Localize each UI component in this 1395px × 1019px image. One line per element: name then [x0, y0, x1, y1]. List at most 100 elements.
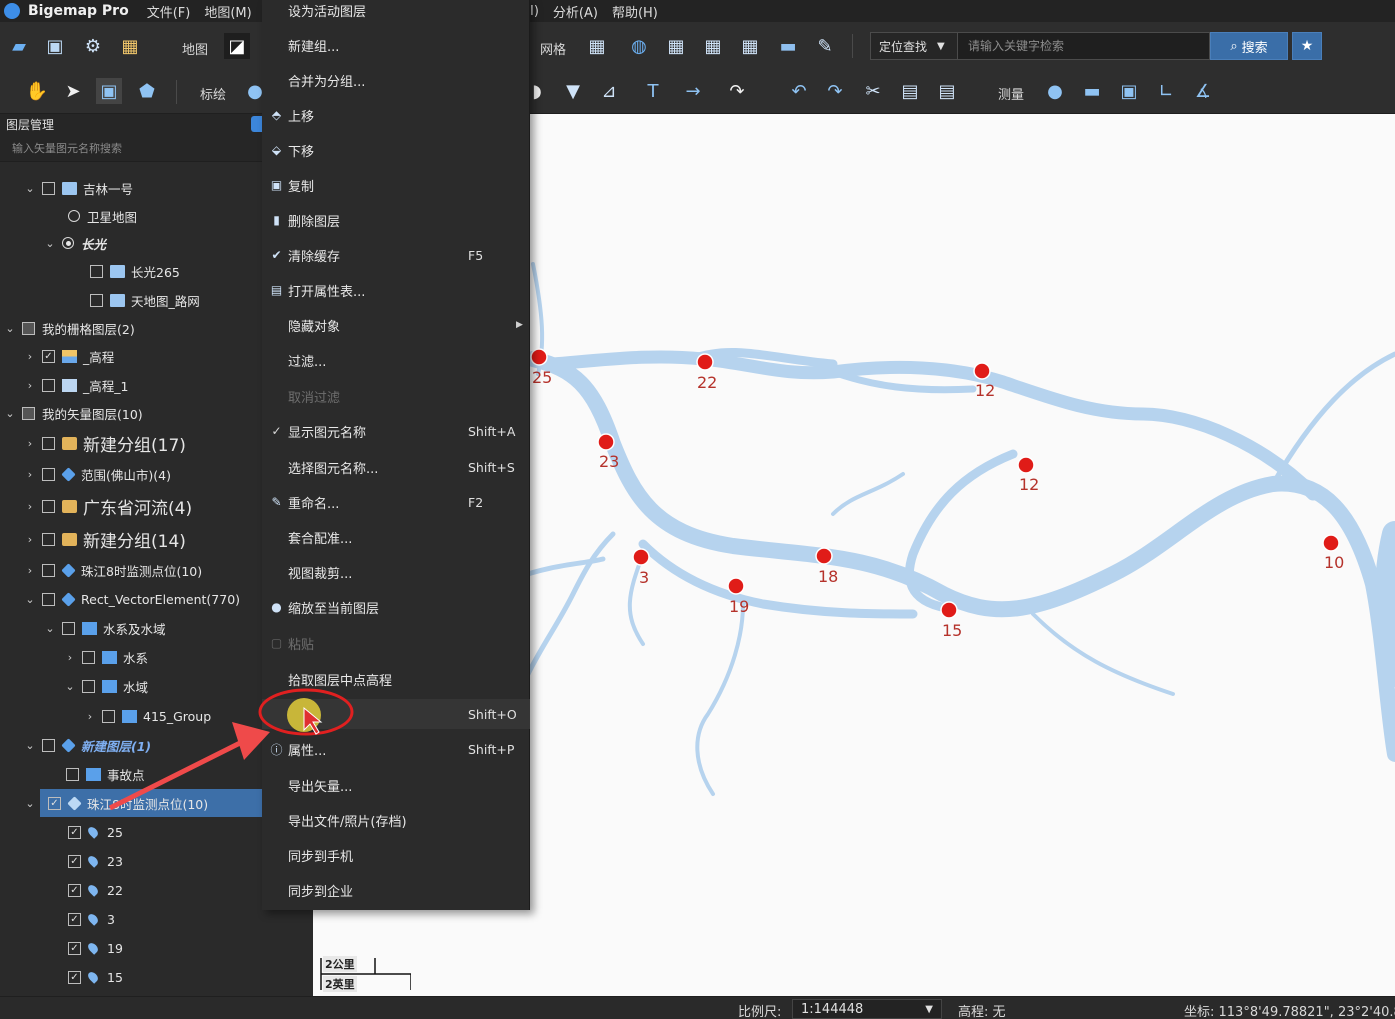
- tree-row-rect-vector[interactable]: ⌄ Rect_VectorElement(770): [0, 585, 262, 613]
- menu-copy[interactable]: ▣ 复制: [262, 170, 530, 200]
- layer-radio[interactable]: [62, 237, 74, 249]
- menu-tools[interactable]: I): [530, 4, 539, 19]
- menu-move-down[interactable]: ⬙ 下移: [262, 135, 530, 165]
- layer-checkbox[interactable]: [68, 912, 81, 926]
- menu-map[interactable]: 地图(M): [204, 2, 251, 21]
- menu-export-vector[interactable]: 导出矢量...: [262, 770, 530, 800]
- menu-help[interactable]: 帮助(H): [612, 2, 658, 21]
- chevron-right-icon[interactable]: ›: [22, 350, 38, 363]
- measure-button[interactable]: 测量: [998, 84, 1024, 103]
- folder-icon[interactable]: ▬: [775, 33, 801, 59]
- chevron-down-icon[interactable]: ⌄: [42, 622, 58, 635]
- menu-file[interactable]: 文件(F): [147, 2, 191, 21]
- layer-checkbox[interactable]: [22, 321, 35, 335]
- monitor-point-marker-10[interactable]: [1322, 534, 1340, 552]
- layer-checkbox[interactable]: [42, 532, 55, 546]
- map-button[interactable]: 地图: [182, 39, 208, 58]
- layer-checkbox[interactable]: [42, 738, 55, 752]
- tree-row-pearl-river-chevron[interactable]: ⌄: [0, 789, 40, 817]
- layer-checkbox[interactable]: [82, 650, 95, 664]
- table-view-icon[interactable]: ▤: [934, 78, 960, 104]
- tree-row-point-19[interactable]: 19: [0, 934, 262, 962]
- tree-row-vector-layers[interactable]: ⌄ 我的矢量图层(10): [0, 399, 262, 427]
- annotate-button[interactable]: 标绘: [200, 84, 226, 103]
- layer-checkbox[interactable]: [68, 941, 81, 955]
- menu-select-element-names[interactable]: 选择图元名称... Shift+S: [262, 452, 530, 482]
- layer-checkbox[interactable]: [68, 854, 81, 868]
- chevron-down-icon[interactable]: ⌄: [62, 680, 78, 693]
- scale-select[interactable]: 1:144448 ▼: [792, 999, 942, 1019]
- grid-button[interactable]: 网格: [540, 39, 566, 58]
- layer-search-input[interactable]: 输入矢量图元名称搜索: [0, 134, 262, 162]
- tree-row-pearl-river-monitor-a[interactable]: › 珠江8时监测点位(10): [0, 556, 262, 584]
- menu-filter[interactable]: 过滤...: [262, 345, 530, 375]
- open-folder-icon[interactable]: ▰: [6, 33, 32, 59]
- person-location-icon[interactable]: ●: [1042, 78, 1068, 104]
- clear-brush-icon[interactable]: ✎: [812, 33, 838, 59]
- tree-row-new-group-17[interactable]: › 新建分组(17): [0, 429, 262, 457]
- chevron-right-icon[interactable]: ›: [82, 710, 98, 723]
- menu-cancel-filter[interactable]: 取消过滤: [262, 381, 530, 411]
- chevron-right-icon[interactable]: ›: [22, 564, 38, 577]
- menu-rename[interactable]: ✎ 重命名... F2: [262, 487, 530, 517]
- layer-checkbox[interactable]: [68, 883, 81, 897]
- monitor-point-marker-19[interactable]: [727, 577, 745, 595]
- tree-row-foshan-range[interactable]: › 范围(佛山市)(4): [0, 460, 262, 488]
- tree-row-pearl-river-monitor-selected[interactable]: 珠江8时监测点位(10): [40, 789, 262, 817]
- area-measure-icon[interactable]: ▣: [1116, 78, 1142, 104]
- menu-merge-group[interactable]: 合并为分组...: [262, 65, 530, 95]
- monitor-point-marker-23[interactable]: [597, 433, 615, 451]
- tree-row-jilin1[interactable]: ⌄ 吉林一号: [0, 174, 262, 202]
- layer-checkbox[interactable]: [42, 499, 55, 513]
- menu-move-up[interactable]: ⬘ 上移: [262, 100, 530, 130]
- tree-row-elevation-1[interactable]: › _高程_1: [0, 371, 262, 399]
- tree-row-point-3[interactable]: 3: [0, 905, 262, 933]
- grid-icon[interactable]: ▦: [584, 33, 610, 59]
- layer-checkbox[interactable]: [42, 378, 55, 392]
- layer-checkbox[interactable]: [90, 293, 103, 307]
- layer-checkbox[interactable]: [66, 767, 79, 781]
- layer-checkbox[interactable]: [42, 467, 55, 481]
- menu-show-element-names[interactable]: ✓ 显示图元名称 Shift+A: [262, 416, 530, 446]
- monitor-point-marker-22[interactable]: [696, 353, 714, 371]
- scissors-icon[interactable]: ✂: [860, 78, 886, 104]
- layer-checkbox[interactable]: [62, 621, 75, 635]
- menu-view-clip[interactable]: 视图裁剪...: [262, 557, 530, 587]
- map-thumbnail-icon[interactable]: ◪: [224, 33, 250, 59]
- redo-icon[interactable]: ↷: [822, 78, 848, 104]
- menu-zoom-to-layer[interactable]: ● 缩放至当前图层: [262, 592, 530, 622]
- tree-row-satellite[interactable]: 卫星地图: [0, 202, 262, 230]
- protractor-icon[interactable]: ∡: [1190, 78, 1216, 104]
- tree-row-changguang[interactable]: ⌄ 长光: [0, 229, 262, 257]
- angle-measure-icon[interactable]: ∟: [1153, 78, 1179, 104]
- image-icon[interactable]: ▦: [117, 33, 143, 59]
- ruler-icon[interactable]: ▬: [1079, 78, 1105, 104]
- tree-row-raster-layers[interactable]: ⌄ 我的栅格图层(2): [0, 314, 262, 342]
- tree-row-water-area[interactable]: ⌄ 水域: [0, 672, 262, 700]
- tree-row-changguang265[interactable]: 长光265: [0, 257, 262, 285]
- pan-hand-icon[interactable]: ✋: [24, 78, 50, 104]
- monitor-point-marker-3[interactable]: [632, 548, 650, 566]
- text-box-icon[interactable]: T: [640, 78, 666, 104]
- chevron-right-icon[interactable]: ›: [22, 500, 38, 513]
- favorite-star-button[interactable]: ★: [1292, 32, 1322, 60]
- save-icon[interactable]: ▣: [42, 33, 68, 59]
- tree-row-415-group[interactable]: › 415_Group: [0, 702, 262, 730]
- layer-checkbox[interactable]: [42, 592, 55, 606]
- tree-row-water-systems[interactable]: ⌄ 水系及水域: [0, 614, 262, 642]
- chevron-right-icon[interactable]: ›: [62, 651, 78, 664]
- tree-row-guangdong-rivers[interactable]: › 广东省河流(4): [0, 492, 262, 520]
- menu-set-active-layer[interactable]: 设为活动图层: [262, 0, 530, 25]
- chevron-right-icon[interactable]: ›: [22, 468, 38, 481]
- layer-radio[interactable]: [68, 210, 80, 222]
- menu-analysis[interactable]: 分析(A): [553, 2, 598, 21]
- menu-new-group[interactable]: 新建组...: [262, 30, 530, 60]
- select-arrow-icon[interactable]: ➤: [60, 78, 86, 104]
- search-button[interactable]: ⌕ 搜索: [1210, 32, 1288, 60]
- monitor-point-marker-18[interactable]: [815, 547, 833, 565]
- chevron-down-icon[interactable]: ⌄: [42, 237, 58, 250]
- menu-georeference[interactable]: 套合配准...: [262, 522, 530, 552]
- chevron-right-icon[interactable]: ›: [22, 437, 38, 450]
- monitor-point-marker-12[interactable]: [1017, 456, 1035, 474]
- chevron-right-icon[interactable]: ›: [22, 379, 38, 392]
